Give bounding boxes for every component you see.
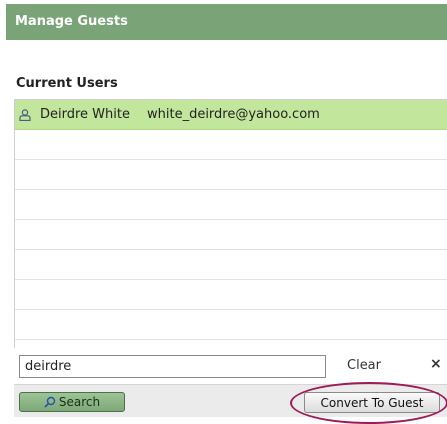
search-button-label: Search: [58, 395, 101, 409]
empty-row: [15, 250, 447, 280]
search-icon: [44, 396, 56, 408]
search-button[interactable]: Search: [19, 392, 125, 412]
empty-row: [15, 130, 447, 160]
current-users-title: Current Users: [16, 76, 118, 91]
current-users-list: Deirdre White white_deirdre@yahoo.com: [14, 99, 447, 348]
convert-button-label: Convert To Guest: [320, 395, 424, 410]
panel-header: Manage Guests: [6, 4, 447, 40]
user-row[interactable]: Deirdre White white_deirdre@yahoo.com: [15, 100, 447, 130]
user-email: white_deirdre@yahoo.com: [146, 107, 320, 122]
empty-row: [15, 310, 447, 340]
empty-row: [15, 220, 447, 250]
user-icon: [19, 108, 31, 121]
empty-row: [15, 190, 447, 220]
search-input[interactable]: [19, 355, 326, 378]
user-name: Deirdre White: [40, 107, 130, 122]
panel-title: Manage Guests: [15, 14, 128, 29]
clear-link[interactable]: Clear: [347, 358, 381, 373]
convert-to-guest-button[interactable]: Convert To Guest: [304, 392, 440, 413]
empty-row: [15, 160, 447, 190]
close-icon[interactable]: ×: [430, 356, 442, 372]
empty-row: [15, 280, 447, 310]
